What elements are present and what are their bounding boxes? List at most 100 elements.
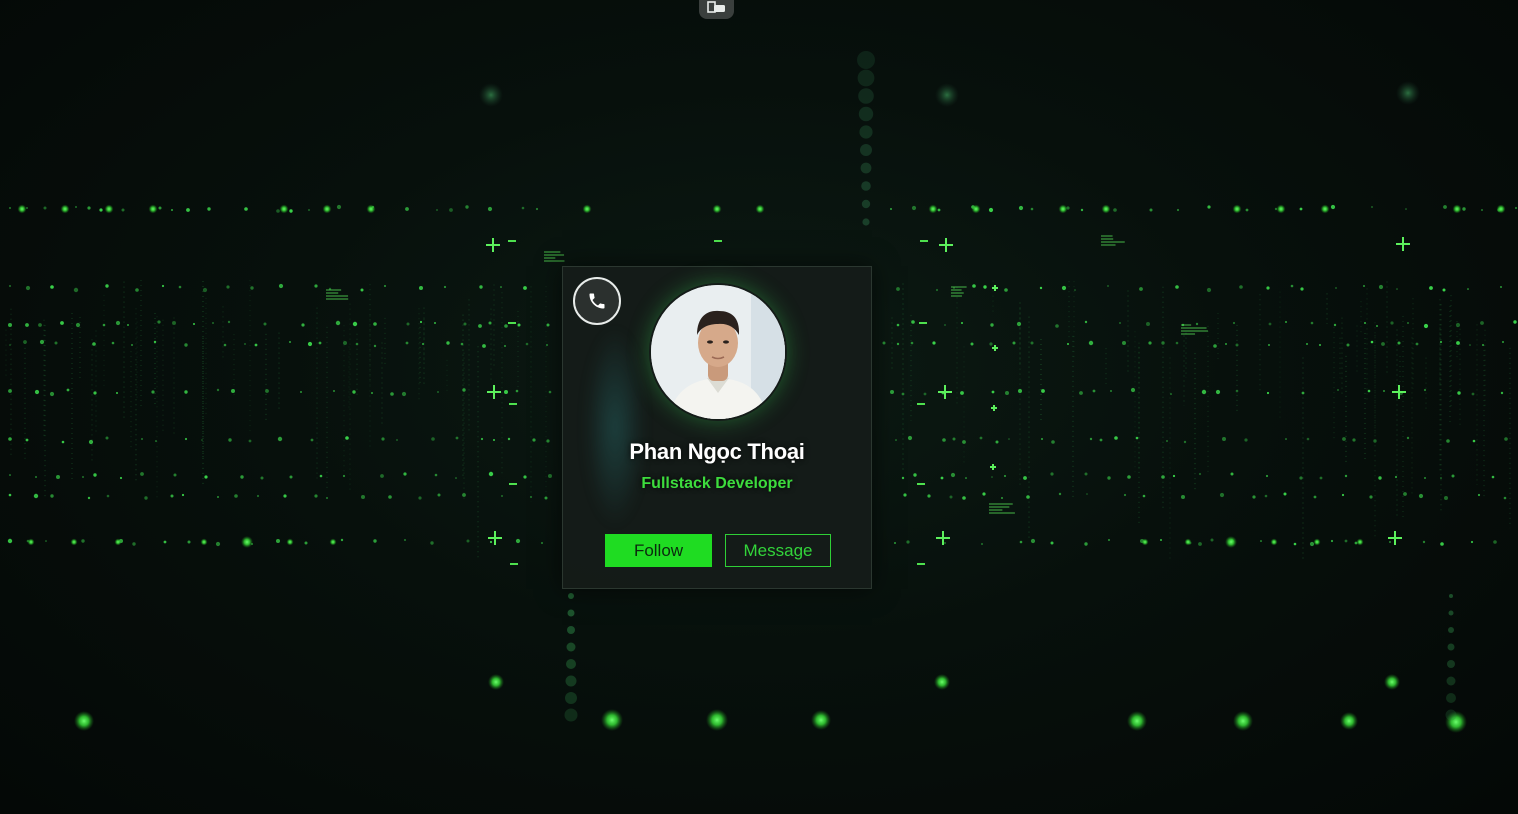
bg-dot (1004, 475, 1006, 477)
bg-glow-dot (582, 204, 592, 214)
bg-dot (1439, 340, 1443, 344)
bg-dot (223, 343, 227, 347)
bg-glow-dot (1225, 536, 1237, 548)
bg-dot (390, 392, 394, 396)
bg-soft-dot (1396, 81, 1420, 105)
bg-dot (523, 286, 527, 290)
bg-dot (1222, 437, 1226, 441)
bg-dot (488, 471, 494, 477)
bg-dot (105, 284, 109, 288)
bg-dot (186, 208, 190, 212)
bg-dot (896, 287, 900, 291)
bg-dot (384, 285, 386, 287)
bg-dot (283, 494, 287, 498)
bg-dot (181, 493, 185, 497)
bg-dot (430, 541, 434, 545)
bg-dot (172, 321, 176, 325)
pip-tab[interactable] (699, 0, 734, 19)
bg-dot (116, 392, 118, 394)
bg-glow-dot (706, 709, 728, 731)
bg-dot (49, 391, 55, 397)
bg-dot (403, 472, 407, 476)
bg-glow-dot (1340, 712, 1358, 730)
bg-dot (1058, 492, 1062, 496)
bg-dot (504, 390, 508, 394)
bg-dot (106, 494, 110, 498)
bg-dot (178, 285, 182, 289)
call-button[interactable] (573, 277, 621, 325)
bg-dot (952, 437, 956, 441)
bg-dot (263, 322, 267, 326)
bg-dot (7, 538, 13, 544)
bg-dot (1146, 322, 1150, 326)
bg-dot (523, 475, 527, 479)
bg-dot (1201, 389, 1207, 395)
bg-dot (336, 204, 342, 210)
bg-dot (1406, 436, 1410, 440)
message-button[interactable]: Message (725, 534, 831, 567)
bg-dot (1480, 321, 1484, 325)
bg-dot (480, 437, 484, 441)
bg-dot (121, 208, 125, 212)
bg-dot (1050, 541, 1054, 545)
card-side-glow (585, 327, 645, 527)
bg-dot (1016, 321, 1022, 327)
bg-dot (371, 392, 373, 394)
avatar[interactable] (651, 285, 785, 419)
bg-dot (111, 341, 115, 345)
bg-dot (326, 497, 328, 499)
bg-dot (1018, 205, 1024, 211)
bg-dot (184, 343, 188, 347)
bg-dot (1041, 389, 1045, 393)
bg-dot (910, 341, 914, 345)
bg-dot (1139, 287, 1143, 291)
bg-dot (56, 475, 60, 479)
bg-dot (529, 495, 533, 499)
bg-dot (1330, 204, 1336, 210)
bg-glow-dot (114, 538, 122, 546)
bg-glow-dot (755, 204, 765, 214)
bg-dot (153, 340, 157, 344)
bg-dot (1252, 495, 1256, 499)
bg-dot (478, 324, 482, 328)
bg-dot (1084, 472, 1088, 476)
bg-dot (8, 437, 12, 441)
follow-button[interactable]: Follow (605, 534, 712, 567)
bg-dot (1469, 344, 1471, 346)
bg-dot (1299, 207, 1303, 211)
bg-dot (431, 437, 435, 441)
bg-dot (1451, 474, 1455, 478)
bg-glow-dot (1127, 711, 1147, 731)
bg-dot (1166, 440, 1168, 442)
bg-dot (455, 477, 457, 479)
bg-dot (141, 438, 143, 440)
bg-dot (388, 495, 392, 499)
bg-dot (1493, 540, 1497, 544)
bg-dot (215, 541, 221, 547)
bg-dot (361, 495, 365, 499)
bg-dot (301, 323, 305, 327)
bg-glow-dot (928, 204, 938, 214)
bg-dot (1381, 342, 1385, 346)
bg-dot (207, 207, 211, 211)
bg-column-dot (857, 69, 875, 87)
bg-glow-dot (17, 204, 27, 214)
bg-dot (950, 472, 956, 478)
bg-dot (1370, 340, 1374, 344)
bg-dot (335, 320, 341, 326)
bg-dot (1504, 437, 1508, 441)
bg-dot (1319, 344, 1321, 346)
bg-dot (446, 341, 450, 345)
bg-dot (396, 439, 398, 441)
bg-dot (1467, 288, 1469, 290)
bg-dot (304, 541, 308, 545)
bg-dot (1342, 437, 1346, 441)
bg-glow-dot (934, 674, 950, 690)
bg-dot (1110, 390, 1112, 392)
bg-dot (1030, 207, 1034, 211)
bg-dot (105, 436, 109, 440)
phone-icon (589, 293, 605, 309)
bg-dot (1079, 391, 1083, 395)
bg-glow-dot (488, 674, 504, 690)
bg-dot (541, 542, 543, 544)
